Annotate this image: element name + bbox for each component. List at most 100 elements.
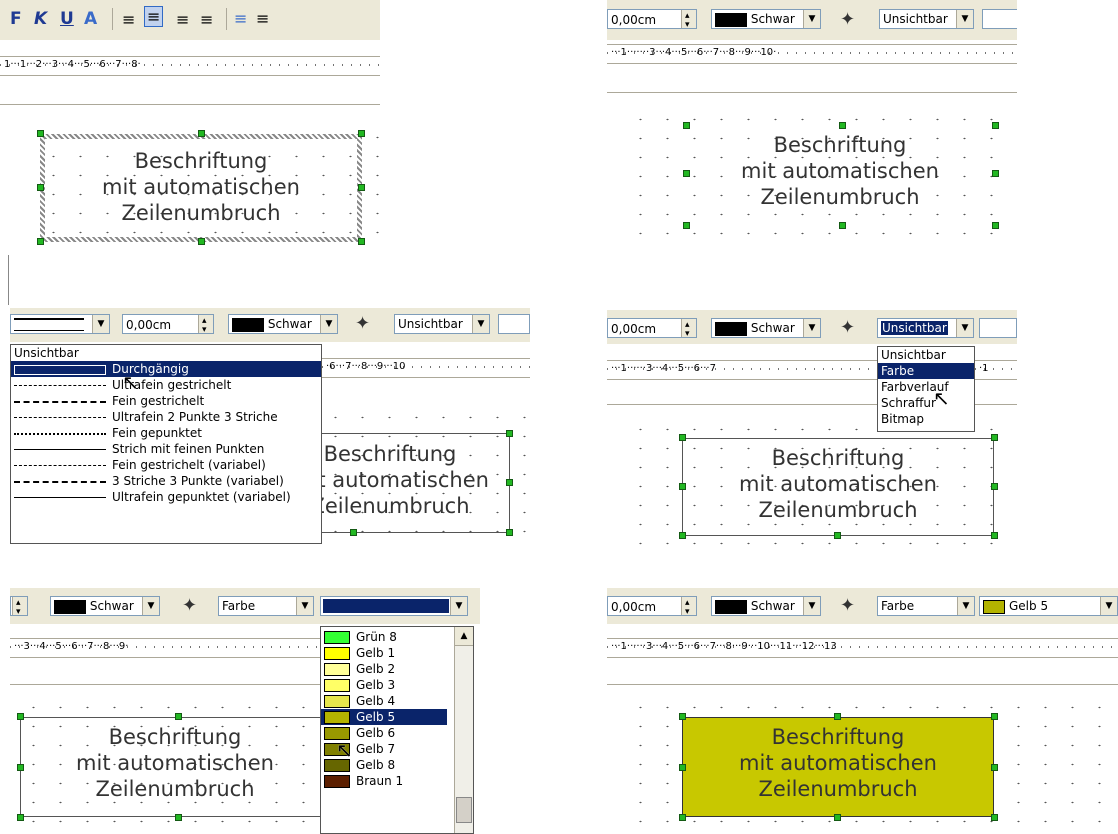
resize-handle[interactable]: [37, 238, 44, 245]
text-frame[interactable]: Beschriftung mit automatischen Zeilenumb…: [682, 438, 994, 536]
line-width-spinner[interactable]: 0,00cm: [607, 6, 697, 35]
paint-bucket-icon[interactable]: ✦: [182, 595, 197, 616]
underline-button[interactable]: U: [60, 9, 74, 29]
resize-handle[interactable]: [679, 532, 686, 539]
line-color-select[interactable]: Schwar ▼: [50, 596, 160, 616]
resize-handle[interactable]: [992, 170, 999, 177]
resize-handle[interactable]: [683, 122, 690, 129]
resize-handle[interactable]: [37, 130, 44, 137]
fill-color-select[interactable]: ▼: [320, 596, 468, 616]
resize-handle[interactable]: [17, 764, 24, 771]
align-left-icon[interactable]: ≡: [122, 10, 135, 29]
bold-button[interactable]: F: [10, 9, 22, 29]
resize-handle[interactable]: [17, 814, 24, 821]
color-item[interactable]: Gelb 2: [321, 661, 447, 677]
menu-item-selected[interactable]: Farbe: [878, 363, 974, 379]
menu-item[interactable]: Ultrafein gestrichelt: [11, 377, 321, 393]
resize-handle[interactable]: [506, 529, 513, 536]
resize-handle[interactable]: [350, 529, 357, 536]
menu-item[interactable]: Unsichtbar: [878, 347, 974, 363]
resize-handle[interactable]: [839, 122, 846, 129]
resize-handle[interactable]: [198, 130, 205, 137]
color-item[interactable]: Gelb 1: [321, 645, 447, 661]
text-frame[interactable]: Beschriftung mit automatischen Zeilenumb…: [40, 134, 362, 242]
resize-handle[interactable]: [679, 764, 686, 771]
resize-handle[interactable]: [991, 532, 998, 539]
fill-select[interactable]: [979, 318, 1017, 338]
line-width-spinner[interactable]: [10, 593, 28, 622]
resize-handle[interactable]: [991, 713, 998, 720]
resize-handle[interactable]: [358, 184, 365, 191]
paragraph-spacing-icon[interactable]: ≡: [256, 9, 269, 28]
line-color-select[interactable]: Schwar ▼: [711, 318, 821, 338]
resize-handle[interactable]: [679, 814, 686, 821]
menu-item-selected[interactable]: Durchgängig: [11, 361, 321, 377]
resize-handle[interactable]: [506, 479, 513, 486]
resize-handle[interactable]: [679, 434, 686, 441]
color-item[interactable]: Grün 8: [321, 629, 447, 645]
line-color-select[interactable]: Schwar ▼: [711, 596, 821, 616]
text-frame[interactable]: Beschriftung mit automatischen Zeilenumb…: [685, 125, 995, 225]
resize-handle[interactable]: [683, 170, 690, 177]
line-width-spinner[interactable]: 0,00cm: [607, 593, 697, 622]
resize-handle[interactable]: [506, 430, 513, 437]
resize-handle[interactable]: [834, 713, 841, 720]
fill-select[interactable]: [982, 9, 1017, 29]
italic-button[interactable]: K: [34, 9, 47, 29]
paint-bucket-icon[interactable]: ✦: [840, 317, 855, 338]
menu-item[interactable]: Fein gestrichelt: [11, 393, 321, 409]
area-style-select[interactable]: Farbe ▼: [218, 596, 314, 616]
scrollbar[interactable]: ▲: [454, 627, 473, 833]
resize-handle[interactable]: [991, 483, 998, 490]
paint-bucket-icon[interactable]: ✦: [840, 9, 855, 30]
resize-handle[interactable]: [992, 122, 999, 129]
menu-item[interactable]: Bitmap: [878, 411, 974, 427]
line-width-spinner[interactable]: 0,00cm: [607, 315, 697, 344]
menu-item[interactable]: Farbverlauf: [878, 379, 974, 395]
paint-bucket-icon[interactable]: ✦: [840, 595, 855, 616]
line-style-select[interactable]: ▼: [10, 314, 110, 334]
paint-bucket-icon[interactable]: ✦: [355, 313, 370, 334]
fill-color-select[interactable]: Gelb 5 ▼: [979, 596, 1118, 616]
resize-handle[interactable]: [992, 222, 999, 229]
text-frame[interactable]: Beschriftung mit automatischen Zeilenumb…: [20, 717, 330, 817]
menu-item[interactable]: Fein gepunktet: [11, 425, 321, 441]
menu-item[interactable]: Strich mit feinen Punkten: [11, 441, 321, 457]
filled-text-frame[interactable]: Beschriftung mit automatischen Zeilenumb…: [682, 717, 994, 817]
resize-handle[interactable]: [37, 184, 44, 191]
color-item-selected[interactable]: Gelb 5: [321, 709, 447, 725]
resize-handle[interactable]: [679, 483, 686, 490]
resize-handle[interactable]: [683, 222, 690, 229]
menu-item[interactable]: Schraffur: [878, 395, 974, 411]
resize-handle[interactable]: [358, 238, 365, 245]
resize-handle[interactable]: [991, 764, 998, 771]
menu-item[interactable]: 3 Striche 3 Punkte (variabel): [11, 473, 321, 489]
resize-handle[interactable]: [991, 434, 998, 441]
color-item[interactable]: Braun 1: [321, 773, 447, 789]
resize-handle[interactable]: [175, 713, 182, 720]
align-right-icon[interactable]: ≡: [176, 10, 189, 29]
color-item[interactable]: Gelb 4: [321, 693, 447, 709]
resize-handle[interactable]: [679, 713, 686, 720]
area-style-select[interactable]: Unsichtbar ▼: [394, 314, 490, 334]
line-spacing-icon[interactable]: ≡: [234, 9, 247, 28]
font-color-button[interactable]: A: [84, 9, 97, 29]
color-item[interactable]: Gelb 3: [321, 677, 447, 693]
menu-item[interactable]: Unsichtbar: [11, 345, 321, 361]
area-style-select[interactable]: Unsichtbar ▼: [879, 9, 974, 29]
resize-handle[interactable]: [991, 814, 998, 821]
menu-item[interactable]: Ultrafein 2 Punkte 3 Striche: [11, 409, 321, 425]
resize-handle[interactable]: [175, 814, 182, 821]
resize-handle[interactable]: [834, 532, 841, 539]
menu-item[interactable]: Ultrafein gepunktet (variabel): [11, 489, 321, 505]
area-style-select[interactable]: Farbe ▼: [877, 596, 975, 616]
resize-handle[interactable]: [839, 222, 846, 229]
resize-handle[interactable]: [834, 814, 841, 821]
area-style-select[interactable]: Unsichtbar ▼: [877, 318, 974, 338]
resize-handle[interactable]: [358, 130, 365, 137]
line-color-select[interactable]: Schwar ▼: [711, 9, 821, 29]
scroll-thumb[interactable]: [456, 797, 472, 823]
justify-icon[interactable]: ≡: [200, 10, 213, 29]
resize-handle[interactable]: [198, 238, 205, 245]
fill-select[interactable]: [498, 314, 530, 334]
